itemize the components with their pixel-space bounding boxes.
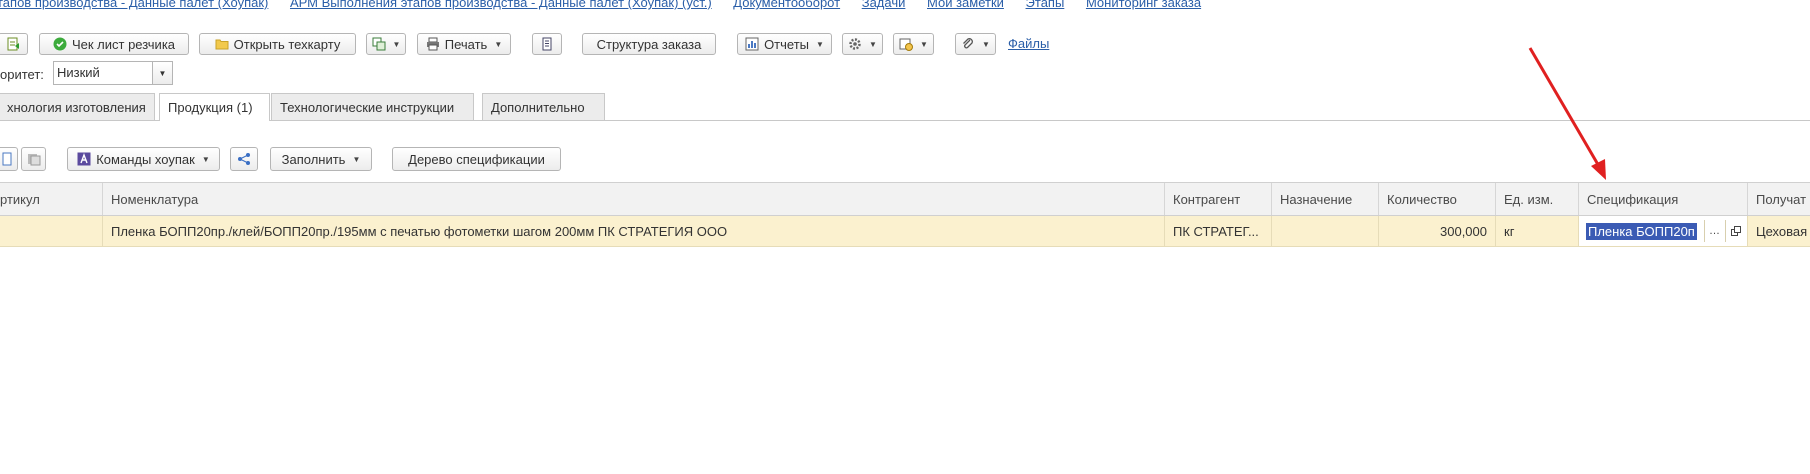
fill-label: Заполнить — [281, 151, 346, 167]
spec-tree-label: Дерево спецификации — [408, 151, 545, 167]
link-document-flow[interactable]: Документооборот — [733, 0, 840, 10]
save-document-button[interactable] — [0, 33, 28, 55]
cell-article[interactable] — [0, 216, 102, 246]
header-receiver[interactable]: Получат — [1747, 183, 1810, 215]
table-header: ртикул Номенклатура Контрагент Назначени… — [0, 182, 1810, 216]
tab-additional[interactable]: Дополнительно — [482, 93, 605, 120]
create-based-on-button[interactable]: ▼ — [366, 33, 406, 55]
document-save-icon — [6, 37, 20, 51]
cell-receiver[interactable]: Цеховая — [1747, 216, 1810, 246]
reports-label: Отчеты — [764, 36, 809, 52]
chevron-down-icon: ▼ — [494, 39, 503, 49]
cell-specification[interactable]: Пленка БОПП20п … — [1578, 216, 1747, 246]
specification-input[interactable]: Пленка БОПП20п — [1586, 222, 1697, 240]
calendar-clock-icon — [899, 37, 914, 51]
gear-icon — [848, 37, 862, 51]
chevron-down-icon: ▼ — [201, 154, 210, 164]
chevron-down-icon: ▼ — [982, 39, 990, 49]
header-quantity[interactable]: Количество — [1378, 183, 1495, 215]
commands-hoopak-button[interactable]: Команды хоупак ▼ — [67, 147, 220, 171]
cell-purpose[interactable] — [1271, 216, 1378, 246]
priority-select[interactable]: Низкий — [53, 61, 153, 85]
files-link[interactable]: Файлы — [1008, 36, 1049, 51]
copy-row-button[interactable] — [0, 147, 18, 171]
header-specification[interactable]: Спецификация — [1578, 183, 1747, 215]
tab-technology-label: хнология изготовления — [7, 99, 146, 115]
chevron-down-icon: ▼ — [392, 39, 401, 49]
attachments-button[interactable]: ▼ — [955, 33, 996, 55]
clipboard-icon — [27, 152, 41, 166]
link-tasks[interactable]: Задачи — [862, 0, 906, 10]
list-document-icon — [540, 37, 554, 51]
tasks-button[interactable]: ▼ — [893, 33, 934, 55]
chevron-down-icon: ▼ — [920, 39, 928, 49]
link-order-monitoring[interactable]: Мониторинг заказа — [1086, 0, 1201, 10]
tab-additional-label: Дополнительно — [491, 99, 585, 115]
chevron-down-icon: ▼ — [816, 39, 824, 49]
open-techcard-button[interactable]: Открыть техкарту — [199, 33, 356, 55]
top-links-bar: тапов производства - Данные палет (Хоупа… — [0, 0, 1219, 15]
header-unit[interactable]: Ед. изм. — [1495, 183, 1578, 215]
select-button[interactable]: … — [1704, 220, 1724, 242]
fill-button[interactable]: Заполнить ▼ — [270, 147, 372, 171]
settings-button[interactable]: ▼ — [842, 33, 883, 55]
table-row[interactable]: Пленка БОПП20пр./клей/БОПП20пр./195мм с … — [0, 216, 1810, 247]
reports-button[interactable]: Отчеты ▼ — [737, 33, 832, 55]
open-techcard-label: Открыть техкарту — [233, 36, 341, 52]
cell-quantity[interactable]: 300,000 — [1378, 216, 1495, 246]
checklist-button[interactable]: Чек лист резчика — [39, 33, 189, 55]
order-structure-button[interactable]: Структура заказа — [582, 33, 716, 55]
paperclip-icon — [961, 37, 975, 51]
link-stages-data[interactable]: тапов производства - Данные палет (Хоупа… — [0, 0, 268, 10]
report-chart-icon — [745, 37, 759, 51]
tab-tech-instructions-label: Технологические инструкции — [280, 99, 455, 115]
tab-products-label: Продукция (1) — [168, 100, 253, 115]
chevron-down-icon: ▼ — [352, 154, 361, 164]
priority-dropdown-button[interactable]: ▼ — [152, 61, 173, 85]
header-purpose[interactable]: Назначение — [1271, 183, 1378, 215]
link-stages[interactable]: Этапы — [1026, 0, 1065, 10]
share-nodes-icon — [237, 152, 251, 166]
print-label: Печать — [444, 36, 488, 52]
tab-products[interactable]: Продукция (1) — [159, 93, 270, 121]
print-button[interactable]: Печать ▼ — [417, 33, 511, 55]
spec-tree-button[interactable]: Дерево спецификации — [392, 147, 561, 171]
chevron-down-icon: ▼ — [869, 39, 877, 49]
check-circle-icon — [53, 37, 67, 51]
commands-hoopak-label: Команды хоупак — [96, 151, 195, 167]
command-icon — [77, 152, 91, 166]
header-contractor[interactable]: Контрагент — [1164, 183, 1271, 215]
tab-technology[interactable]: хнология изготовления — [0, 93, 155, 120]
copy-icon — [0, 152, 14, 166]
cell-nomenclature[interactable]: Пленка БОПП20пр./клей/БОПП20пр./195мм с … — [102, 216, 1164, 246]
paste-row-button[interactable] — [21, 147, 46, 171]
header-article[interactable]: ртикул — [0, 183, 102, 215]
folder-icon — [215, 37, 229, 51]
copy-document-icon — [372, 37, 386, 51]
open-icon[interactable] — [1725, 220, 1745, 242]
order-structure-label: Структура заказа — [596, 36, 702, 52]
register-button[interactable] — [532, 33, 562, 55]
checklist-label: Чек лист резчика — [71, 36, 176, 52]
tab-tech-instructions[interactable]: Технологические инструкции — [271, 93, 474, 120]
cell-contractor[interactable]: ПК СТРАТЕГ... — [1164, 216, 1271, 246]
priority-label: оритет: — [0, 67, 44, 82]
chevron-down-icon: ▼ — [158, 68, 167, 78]
tab-divider — [0, 120, 1810, 121]
printer-icon — [426, 37, 440, 51]
cell-unit[interactable]: кг — [1495, 216, 1578, 246]
link-arm-stages[interactable]: АРМ Выполнения этапов производства - Дан… — [290, 0, 712, 10]
share-button[interactable] — [230, 147, 258, 171]
link-my-notes[interactable]: Мои заметки — [927, 0, 1004, 10]
header-nomenclature[interactable]: Номенклатура — [102, 183, 1164, 215]
